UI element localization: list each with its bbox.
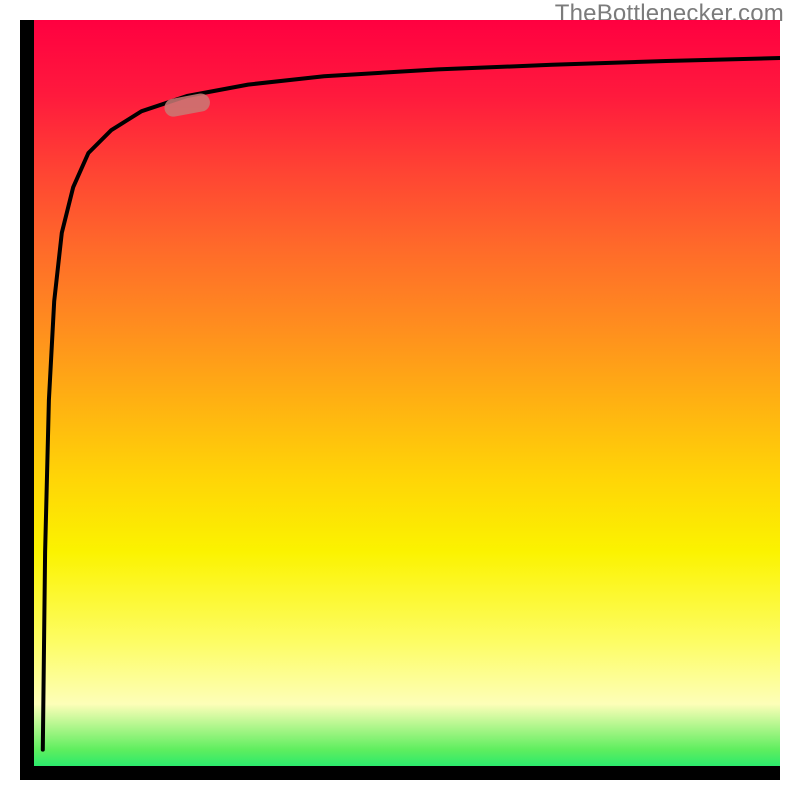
chart-stage: TheBottlenecker.com (0, 0, 800, 800)
plot-area (20, 20, 780, 780)
heat-gradient (20, 20, 780, 780)
